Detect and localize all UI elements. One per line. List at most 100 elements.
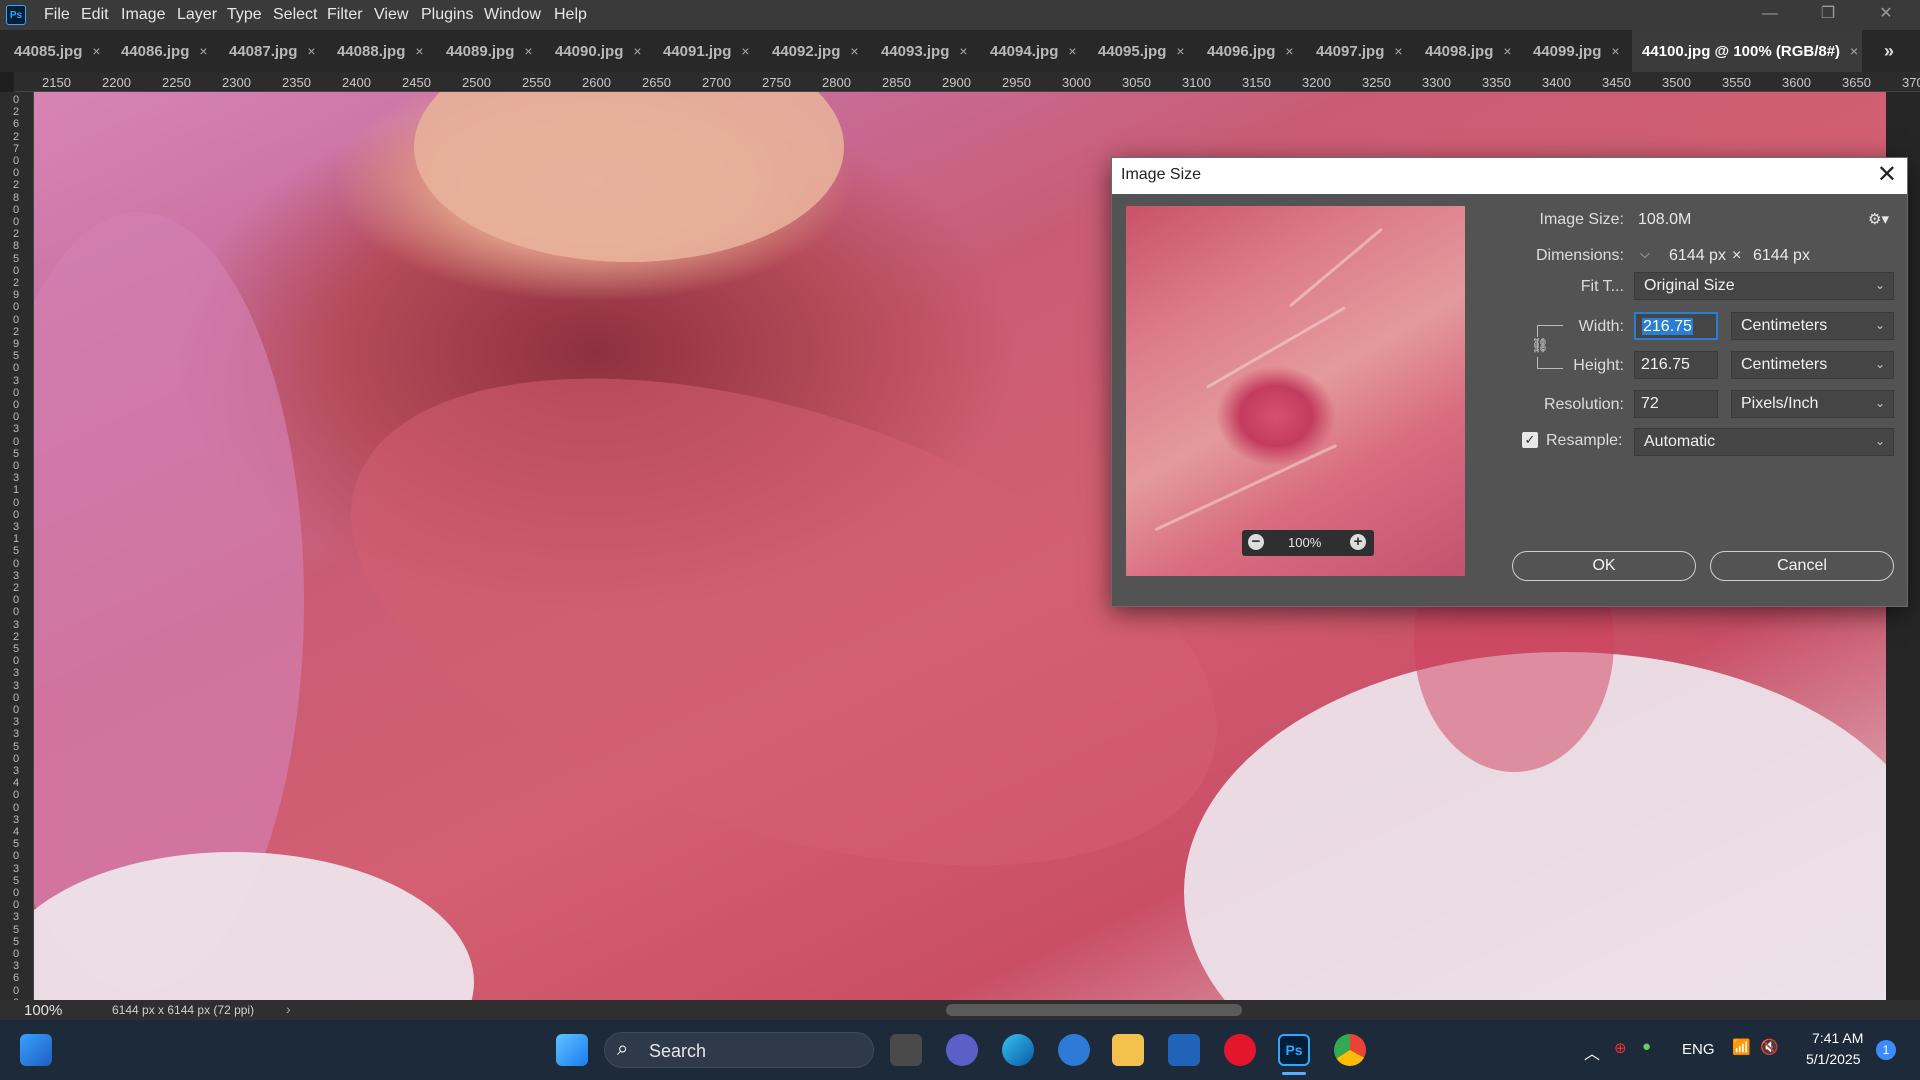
document-tab[interactable]: 44089.jpg × bbox=[446, 30, 533, 72]
zoom-in-icon[interactable]: + bbox=[1350, 534, 1366, 550]
status-menu-arrow-icon[interactable]: › bbox=[286, 1001, 291, 1017]
taskbar-search[interactable]: ⌕ Search bbox=[604, 1032, 874, 1068]
ruler-label: 0 bbox=[13, 264, 20, 277]
menu-help[interactable]: Help bbox=[554, 6, 587, 24]
width-input[interactable]: 216.75 bbox=[1634, 312, 1718, 340]
menu-window[interactable]: Window bbox=[484, 6, 541, 24]
tab-close-icon[interactable]: × bbox=[524, 43, 532, 59]
photoshop-taskbar-icon[interactable]: Ps bbox=[1278, 1034, 1310, 1066]
settings-gear-icon[interactable]: ⚙▾ bbox=[1868, 210, 1889, 228]
tray-overflow-icon[interactable]: ︿ bbox=[1584, 1040, 1600, 1064]
tab-close-icon[interactable]: × bbox=[1394, 43, 1402, 59]
document-tab[interactable]: 44091.jpg × bbox=[663, 30, 750, 72]
document-tab[interactable]: 44099.jpg × bbox=[1533, 30, 1620, 72]
edge-icon[interactable] bbox=[1002, 1034, 1034, 1066]
tab-close-icon[interactable]: × bbox=[1068, 43, 1076, 59]
tab-close-icon[interactable]: × bbox=[959, 43, 967, 59]
task-view-icon[interactable] bbox=[890, 1034, 922, 1066]
tab-close-icon[interactable]: × bbox=[1285, 43, 1293, 59]
ok-button[interactable]: OK bbox=[1512, 551, 1696, 581]
menu-file[interactable]: File bbox=[44, 6, 70, 24]
opera-icon[interactable] bbox=[1224, 1034, 1256, 1066]
tab-overflow-icon[interactable]: » bbox=[1884, 30, 1894, 72]
menu-plugins[interactable]: Plugins bbox=[421, 6, 473, 24]
resolution-input[interactable]: 72 bbox=[1634, 390, 1718, 418]
chrome-icon[interactable] bbox=[1334, 1034, 1366, 1066]
ruler-label: 5 bbox=[13, 935, 20, 948]
ruler-label: 2600 bbox=[582, 75, 611, 90]
menu-type[interactable]: Type bbox=[227, 6, 262, 24]
document-tab[interactable]: 44098.jpg × bbox=[1425, 30, 1512, 72]
dialog-close-icon[interactable]: ✕ bbox=[1877, 161, 1897, 189]
height-unit-select[interactable]: Centimeters ⌄ bbox=[1731, 351, 1894, 379]
menu-image[interactable]: Image bbox=[121, 6, 165, 24]
store-icon[interactable] bbox=[1168, 1034, 1200, 1066]
document-tab[interactable]: 44088.jpg × bbox=[337, 30, 424, 72]
document-tab[interactable]: 44097.jpg × bbox=[1316, 30, 1403, 72]
width-label: Width: bbox=[1578, 318, 1624, 335]
resolution-unit-select[interactable]: Pixels/Inch ⌄ bbox=[1731, 390, 1894, 418]
ruler-label: 2800 bbox=[822, 75, 851, 90]
document-tab[interactable]: 44093.jpg × bbox=[881, 30, 968, 72]
teams-icon[interactable] bbox=[946, 1034, 978, 1066]
tab-close-icon[interactable]: × bbox=[307, 43, 315, 59]
dimensions-dropdown-icon[interactable]: ⌵ bbox=[1640, 246, 1650, 262]
image-preview[interactable]: − 100% + bbox=[1126, 206, 1465, 576]
tab-close-icon[interactable]: × bbox=[1611, 43, 1619, 59]
ruler-label: 0 bbox=[13, 435, 20, 448]
tray-app-icon[interactable]: ⊕ bbox=[1614, 1039, 1627, 1057]
tab-close-icon[interactable]: × bbox=[850, 43, 858, 59]
tab-close-icon[interactable]: × bbox=[199, 43, 207, 59]
maximize-icon[interactable]: ❐ bbox=[1818, 4, 1838, 24]
cancel-button[interactable]: Cancel bbox=[1710, 551, 1894, 581]
ruler-label: 3 bbox=[13, 813, 20, 826]
menu-view[interactable]: View bbox=[374, 6, 408, 24]
ruler-label: 3100 bbox=[1182, 75, 1211, 90]
link-chain-icon[interactable]: ⛓ bbox=[1531, 337, 1549, 357]
zoom-level[interactable]: 100% bbox=[24, 1002, 62, 1019]
document-tab[interactable]: 44096.jpg × bbox=[1207, 30, 1294, 72]
lens-icon[interactable] bbox=[1058, 1034, 1090, 1066]
menu-filter[interactable]: Filter bbox=[327, 6, 363, 24]
windows-start-icon[interactable] bbox=[556, 1034, 588, 1066]
resample-checkbox[interactable]: ✓ bbox=[1522, 432, 1538, 448]
wifi-icon[interactable]: 📶 bbox=[1732, 1038, 1751, 1056]
zoom-out-icon[interactable]: − bbox=[1248, 534, 1264, 550]
ruler-label: 5 bbox=[13, 643, 20, 655]
menu-select[interactable]: Select bbox=[273, 6, 317, 24]
fit-to-select[interactable]: Original Size ⌄ bbox=[1634, 272, 1894, 300]
document-tab[interactable]: 44085.jpg × bbox=[14, 30, 101, 72]
tab-close-icon[interactable]: × bbox=[633, 43, 641, 59]
tab-close-icon[interactable]: × bbox=[1850, 43, 1858, 59]
widgets-icon[interactable] bbox=[20, 1034, 52, 1066]
file-explorer-icon[interactable] bbox=[1112, 1034, 1144, 1066]
horizontal-scroll-thumb[interactable] bbox=[946, 1004, 1242, 1016]
minimize-icon[interactable]: — bbox=[1760, 4, 1780, 24]
height-input[interactable]: 216.75 bbox=[1634, 351, 1718, 379]
tray-app-icon[interactable]: ● bbox=[1642, 1038, 1651, 1055]
document-tab[interactable]: 44095.jpg × bbox=[1098, 30, 1185, 72]
speaker-muted-icon[interactable]: 🔇 bbox=[1760, 1038, 1779, 1056]
ruler-label: 2400 bbox=[342, 75, 371, 90]
photoshop-logo-icon[interactable]: Ps bbox=[6, 5, 26, 25]
document-tab-active[interactable]: 44100.jpg @ 100% (RGB/8#) × bbox=[1632, 30, 1862, 72]
tab-close-icon[interactable]: × bbox=[741, 43, 749, 59]
close-window-icon[interactable]: ✕ bbox=[1876, 4, 1896, 24]
tab-close-icon[interactable]: × bbox=[1176, 43, 1184, 59]
document-tab[interactable]: 44092.jpg × bbox=[772, 30, 859, 72]
document-tab[interactable]: 44094.jpg × bbox=[990, 30, 1077, 72]
document-tab[interactable]: 44087.jpg × bbox=[229, 30, 316, 72]
notification-badge[interactable]: 1 bbox=[1876, 1040, 1896, 1060]
width-unit-select[interactable]: Centimeters ⌄ bbox=[1731, 312, 1894, 340]
document-tab[interactable]: 44086.jpg × bbox=[121, 30, 208, 72]
clock-date[interactable]: 5/1/2025 bbox=[1806, 1051, 1861, 1067]
document-tab[interactable]: 44090.jpg × bbox=[555, 30, 642, 72]
language-indicator[interactable]: ENG bbox=[1682, 1041, 1715, 1058]
menu-layer[interactable]: Layer bbox=[177, 6, 217, 24]
tab-close-icon[interactable]: × bbox=[92, 43, 100, 59]
tab-close-icon[interactable]: × bbox=[1503, 43, 1511, 59]
clock-time[interactable]: 7:41 AM bbox=[1812, 1030, 1863, 1046]
resample-select[interactable]: Automatic ⌄ bbox=[1634, 428, 1894, 456]
tab-close-icon[interactable]: × bbox=[415, 43, 423, 59]
menu-edit[interactable]: Edit bbox=[81, 6, 109, 24]
